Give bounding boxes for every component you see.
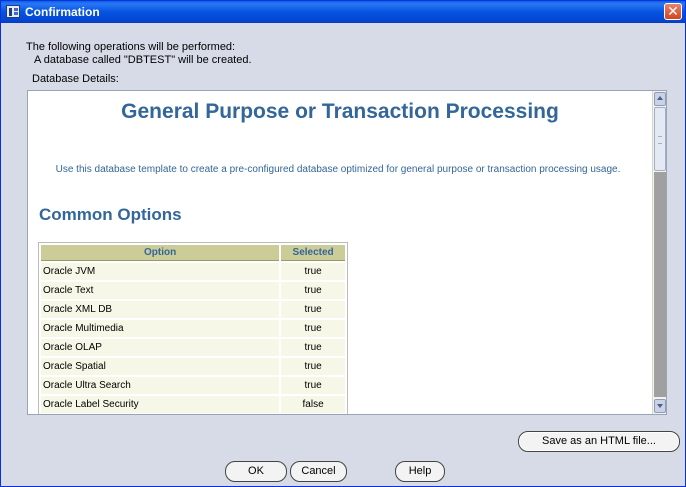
option-name: Oracle Text xyxy=(41,282,280,299)
option-selected: true xyxy=(281,301,345,318)
common-options-table: Option Selected Oracle JVM true Oracle T… xyxy=(38,242,348,414)
scrollbar-thumb[interactable] xyxy=(654,107,666,171)
option-selected: true xyxy=(281,263,345,280)
option-selected: true xyxy=(281,339,345,356)
option-name: Oracle XML DB xyxy=(41,301,280,318)
vertical-scrollbar[interactable] xyxy=(652,91,666,414)
save-as-html-button[interactable]: Save as an HTML file... xyxy=(518,431,680,452)
close-icon[interactable]: ✕ xyxy=(664,3,682,20)
option-selected: true xyxy=(281,320,345,337)
option-selected: true xyxy=(281,358,345,375)
table-row: Oracle Label Security false xyxy=(41,396,345,413)
option-name: Oracle Ultra Search xyxy=(41,377,280,394)
database-details-panel: General Purpose or Transaction Processin… xyxy=(27,90,667,415)
title-bar[interactable]: Confirmation ✕ xyxy=(1,1,685,23)
operation-item: A database called "DBTEST" will be creat… xyxy=(34,54,252,66)
common-options-title: Common Options xyxy=(39,205,182,224)
scroll-up-arrow-icon[interactable] xyxy=(654,92,666,106)
help-button[interactable]: Help xyxy=(395,461,445,482)
template-description: Use this database template to create a p… xyxy=(55,164,621,175)
table-row: Oracle Ultra Search true xyxy=(41,377,345,394)
dialog-content: The following operations will be perform… xyxy=(1,23,685,486)
cancel-button[interactable]: Cancel xyxy=(290,461,347,482)
table-row: Oracle OLAP true xyxy=(41,339,345,356)
column-header-option: Option xyxy=(41,245,280,261)
operations-header: The following operations will be perform… xyxy=(26,41,236,53)
option-selected: false xyxy=(281,396,345,413)
option-name: Oracle JVM xyxy=(41,263,280,280)
confirmation-dialog: Confirmation ✕ The following operations … xyxy=(0,0,686,487)
option-name: Oracle OLAP xyxy=(41,339,280,356)
window-title: Confirmation xyxy=(25,5,100,19)
option-selected: true xyxy=(281,377,345,394)
scroll-down-arrow-icon[interactable] xyxy=(654,399,666,413)
table-row: Oracle Multimedia true xyxy=(41,320,345,337)
database-details-label: Database Details: xyxy=(32,73,119,85)
details-content: General Purpose or Transaction Processin… xyxy=(28,91,652,414)
ok-button[interactable]: OK xyxy=(225,461,287,482)
option-name: Oracle Label Security xyxy=(41,396,280,413)
table-row: Oracle XML DB true xyxy=(41,301,345,318)
option-name: Oracle Multimedia xyxy=(41,320,280,337)
template-title: General Purpose or Transaction Processin… xyxy=(121,100,559,123)
option-selected: true xyxy=(281,282,345,299)
table-row: Oracle Spatial true xyxy=(41,358,345,375)
scrollbar-track[interactable] xyxy=(654,172,666,397)
database-window-icon xyxy=(6,5,20,18)
table-row: Oracle Text true xyxy=(41,282,345,299)
table-header-row: Option Selected xyxy=(41,245,345,261)
column-header-selected: Selected xyxy=(281,245,345,261)
table-row: Oracle JVM true xyxy=(41,263,345,280)
option-name: Oracle Spatial xyxy=(41,358,280,375)
